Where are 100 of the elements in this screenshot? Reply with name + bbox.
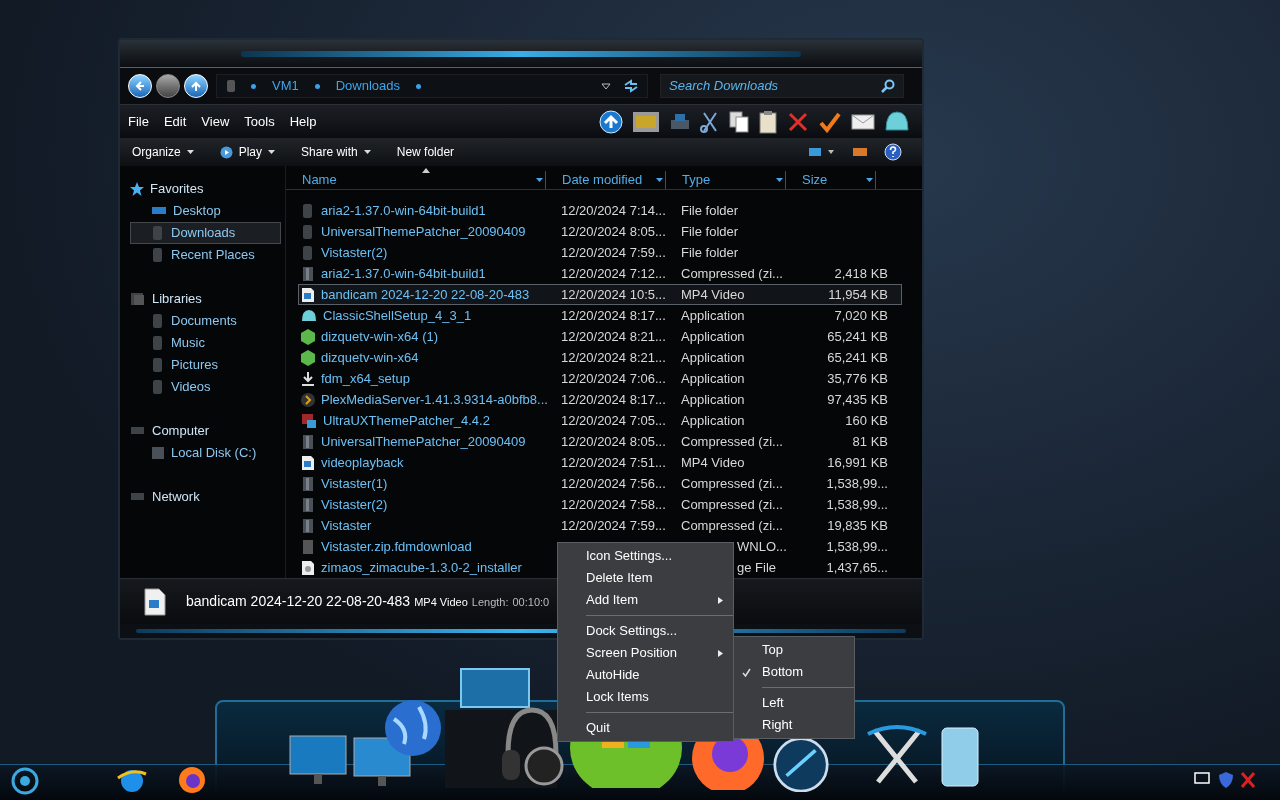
caret-icon	[363, 150, 371, 154]
folder-icon	[301, 223, 315, 240]
sidebar-item[interactable]: Desktop	[130, 200, 281, 222]
file-row[interactable]: UltraUXThemePatcher_4.4.2 12/20/2024 7:05... Application 160 KB	[298, 410, 902, 431]
file-row[interactable]: dizquetv-win-x64 (1) 12/20/2024 8:21... Application 65,241 KB	[298, 326, 902, 347]
shell-icon	[301, 308, 317, 323]
file-row[interactable]: Vistaster(2) 12/20/2024 7:59... File folder	[298, 242, 902, 263]
size-cell-text: 1,538,99...	[826, 537, 888, 556]
address-field[interactable]: VM1 Downloads	[216, 74, 648, 98]
menu-item[interactable]: File	[128, 111, 149, 132]
menu-item[interactable]: Add Item	[558, 589, 733, 611]
breadcrumb-link[interactable]: Downloads	[331, 76, 405, 96]
fox-browser-icon[interactable]	[176, 764, 208, 796]
menu-item[interactable]: Right	[734, 714, 854, 736]
date-cell: 12/20/2024 7:59...	[561, 517, 666, 533]
preview-pane-icon[interactable]	[852, 146, 868, 158]
column-header[interactable]: Date modified	[546, 171, 666, 189]
menu-item[interactable]: Left	[734, 692, 854, 714]
file-row[interactable]: videoplayback 12/20/2024 7:51... MP4 Video 16,991 KB	[298, 452, 902, 473]
date-cell: 12/20/2024 8:17...	[561, 391, 666, 407]
sidebar-group[interactable]: Network	[130, 486, 285, 508]
file-row[interactable]: dizquetv-win-x64 12/20/2024 8:21... Application 65,241 KB	[298, 347, 902, 368]
menu-item[interactable]: Dock Settings...	[558, 620, 733, 642]
menu-item[interactable]: Tools	[244, 111, 275, 132]
file-row[interactable]: Vistaster(2) 12/20/2024 7:58... Compressed (zi... 1,538,99...	[298, 494, 902, 515]
file-row[interactable]: PlexMediaServer-1.41.3.9314-a0bfb8... 12/20/2024 8:17... Application 97,435 KB	[298, 389, 902, 410]
shield-tray-icon[interactable]	[1218, 771, 1234, 789]
toolbar-button[interactable]: Share with	[301, 143, 371, 161]
date-cell: 12/20/2024 10:5...	[561, 286, 666, 302]
media-box-icon[interactable]	[460, 668, 530, 708]
file-row[interactable]: UniversalThemePatcher_20090409 12/20/2024 8:05... Compressed (zi... 81 KB	[298, 431, 902, 452]
size-cell-text: 160 KB	[845, 411, 888, 430]
archive-icon	[301, 433, 315, 450]
file-name: UltraUXThemePatcher_4.4.2	[323, 411, 490, 430]
file-row[interactable]: aria2-1.37.0-win-64bit-build1 12/20/2024 7:14... File folder	[298, 200, 902, 221]
menu-item[interactable]: Help	[289, 111, 317, 132]
tools-icon[interactable]	[864, 724, 930, 786]
scissors-icon[interactable]	[700, 110, 720, 133]
sidebar-item[interactable]: Music	[130, 332, 281, 354]
file-name[interactable]: zimaos_zimacube-1.3.0-2_installer	[321, 557, 522, 578]
menu-item[interactable]: Delete Item	[558, 567, 733, 589]
cylinder-icon[interactable]	[938, 724, 982, 790]
video-file-icon	[301, 286, 315, 303]
sidebar-item[interactable]: Downloads	[130, 222, 281, 244]
menu-item[interactable]: Bottom	[734, 661, 854, 683]
envelope-icon[interactable]	[851, 112, 875, 131]
globe-icon[interactable]	[384, 699, 442, 757]
file-row[interactable]: ClassicShellSetup_4_3_1 12/20/2024 8:17... Application 7,020 KB	[298, 305, 902, 326]
view-options-icon[interactable]	[808, 146, 836, 158]
toolbar-button[interactable]: Play	[219, 143, 276, 161]
caret-icon	[656, 178, 663, 182]
warning-tray-icon[interactable]	[1240, 771, 1256, 789]
sidebar-item[interactable]: Videos	[130, 376, 281, 398]
type-cell: Compressed (zi...	[681, 265, 783, 281]
sidebar-group[interactable]: Libraries	[130, 288, 285, 310]
up-button[interactable]	[184, 74, 208, 98]
dropdown-arrow-icon[interactable]	[601, 82, 611, 90]
submenu-arrow-icon	[716, 648, 725, 658]
menu-item[interactable]: Screen Position	[558, 642, 733, 664]
back-button[interactable]	[128, 74, 152, 98]
file-name[interactable]: Vistaster.zip.fdmdownload	[321, 536, 472, 557]
column-header[interactable]: Name	[286, 171, 546, 189]
file-row[interactable]: UniversalThemePatcher_20090409 12/20/2024 8:05... File folder	[298, 221, 902, 242]
drive-icon[interactable]	[632, 109, 660, 134]
menu-item[interactable]: Icon Settings...	[558, 545, 733, 567]
menu-item[interactable]: Quit	[558, 717, 733, 739]
shell-icon[interactable]	[884, 109, 910, 134]
file-row[interactable]: aria2-1.37.0-win-64bit-build1 12/20/2024 7:12... Compressed (zi... 2,418 KB	[298, 263, 902, 284]
sidebar-item[interactable]: Documents	[130, 310, 281, 332]
breadcrumb-link[interactable]: VM1	[268, 76, 303, 96]
column-header[interactable]: Size	[786, 171, 876, 189]
menu-item[interactable]: Top	[734, 639, 854, 661]
search-field[interactable]: Search Downloads	[660, 74, 904, 98]
toolbar-button[interactable]: Organize	[132, 143, 194, 161]
refresh-icon[interactable]	[623, 79, 639, 93]
compass-orb-icon[interactable]	[772, 736, 830, 792]
file-row[interactable]: Vistaster(1) 12/20/2024 7:56... Compressed (zi... 1,538,99...	[298, 473, 902, 494]
sidebar-item[interactable]: Local Disk (C:)	[130, 442, 281, 464]
menu-item[interactable]: View	[201, 111, 230, 132]
sidebar-item[interactable]: Pictures	[130, 354, 281, 376]
toolbar-button[interactable]: New folder	[396, 143, 455, 161]
sidebar-group[interactable]: Computer	[130, 420, 285, 442]
forward-button[interactable]	[156, 74, 180, 98]
file-row[interactable]: bandicam 2024-12-20 22-08-20-483 12/20/2024 10:5... MP4 Video 11,954 KB	[298, 284, 902, 305]
date-cell: 12/20/2024 7:12...	[561, 265, 666, 281]
help-icon[interactable]	[884, 143, 902, 161]
menu-item[interactable]: Edit	[163, 111, 187, 132]
clipboard-icon[interactable]	[758, 109, 778, 134]
delete-icon[interactable]	[787, 110, 809, 133]
column-header[interactable]: Type	[666, 171, 786, 189]
sidebar-item[interactable]: Recent Places	[130, 244, 281, 266]
start-button-icon[interactable]	[10, 766, 40, 796]
sidebar-group[interactable]: Favorites	[130, 178, 285, 200]
checkmark-icon[interactable]	[818, 110, 842, 133]
menu-item[interactable]: AutoHide	[558, 664, 733, 686]
menu-item[interactable]: Lock Items	[558, 686, 733, 708]
copy-icon[interactable]	[729, 110, 749, 133]
file-row[interactable]: fdm_x64_setup 12/20/2024 7:06... Application 35,776 KB	[298, 368, 902, 389]
file-row[interactable]: Vistaster 12/20/2024 7:59... Compressed (zi... 19,835 KB	[298, 515, 902, 536]
date-cell: 12/20/2024 7:56...	[561, 475, 666, 491]
